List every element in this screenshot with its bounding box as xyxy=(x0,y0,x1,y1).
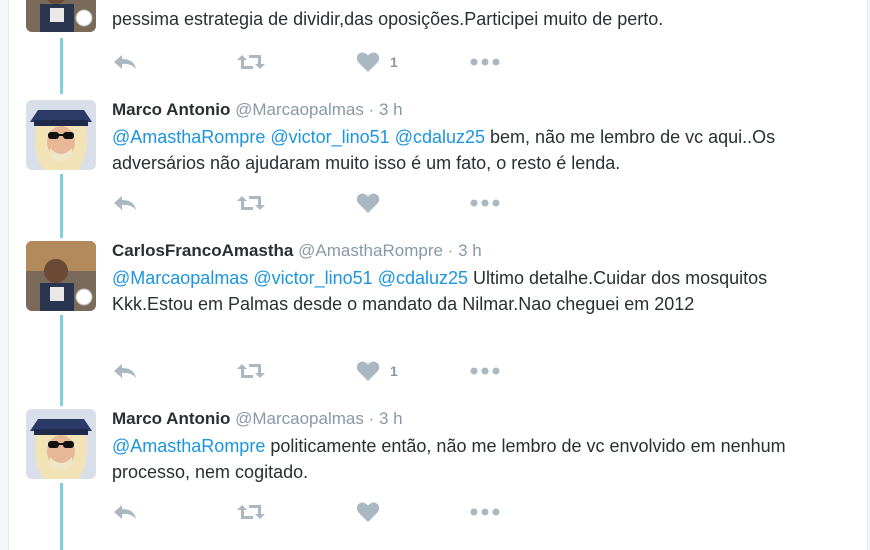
tweet-text: @AmasthaRompre politicamente então, não … xyxy=(112,433,852,485)
more-dots-icon xyxy=(469,57,501,67)
tweet-header: Marco Antonio @Marcaopalmas · 3 h xyxy=(112,100,403,120)
more-button[interactable] xyxy=(469,500,501,524)
heart-icon xyxy=(356,192,380,214)
retweet-icon xyxy=(236,193,266,213)
tweet-actions: 1 xyxy=(112,359,512,383)
tweet-actions xyxy=(112,500,512,524)
reply-button[interactable] xyxy=(112,359,138,383)
author-handle[interactable]: @AmasthaRompre xyxy=(298,241,443,260)
more-button[interactable] xyxy=(469,191,501,215)
heart-icon xyxy=(356,360,380,382)
mention-link[interactable]: @cdaluz25 xyxy=(378,268,468,288)
tweet[interactable]: CarlosFrancoAmastha @AmasthaRompre · 3 h… xyxy=(9,241,867,401)
tweet-header: Marco Antonio @Marcaopalmas · 3 h xyxy=(112,409,403,429)
more-dots-icon xyxy=(469,507,501,517)
retweet-button[interactable] xyxy=(236,500,266,524)
like-button[interactable] xyxy=(356,500,380,524)
tweet-text: pessima estrategia de dividir,das oposiç… xyxy=(112,6,852,32)
avatar-marco[interactable] xyxy=(26,100,96,170)
mention-link[interactable]: @AmasthaRompre xyxy=(112,436,265,456)
thread-line xyxy=(60,38,63,94)
retweet-icon xyxy=(236,502,266,522)
reply-icon xyxy=(112,361,138,381)
mention-link[interactable]: @Marcaopalmas xyxy=(112,268,248,288)
more-button[interactable] xyxy=(469,50,501,74)
mention-link[interactable]: @cdaluz25 xyxy=(395,127,485,147)
more-button[interactable] xyxy=(469,359,501,383)
reply-icon xyxy=(112,502,138,522)
tweet-text: @AmasthaRompre @victor_lino51 @cdaluz25 … xyxy=(112,124,852,176)
more-dots-icon xyxy=(469,198,501,208)
author-name[interactable]: CarlosFrancoAmastha xyxy=(112,241,293,260)
reply-button[interactable] xyxy=(112,500,138,524)
author-handle[interactable]: @Marcaopalmas xyxy=(235,409,364,428)
reply-button[interactable] xyxy=(112,191,138,215)
like-button[interactable] xyxy=(356,191,380,215)
reply-icon xyxy=(112,193,138,213)
thread-line xyxy=(60,174,63,238)
like-button[interactable]: 1 xyxy=(356,50,398,74)
reply-icon xyxy=(112,52,138,72)
tweet-actions xyxy=(112,191,512,215)
author-handle[interactable]: @Marcaopalmas xyxy=(235,100,364,119)
author-name[interactable]: Marco Antonio xyxy=(112,100,230,119)
mention-link[interactable]: @victor_lino51 xyxy=(253,268,372,288)
separator-dot: · xyxy=(368,100,375,119)
retweet-icon xyxy=(236,52,266,72)
like-button[interactable]: 1 xyxy=(356,359,398,383)
tweet-text: @Marcaopalmas @victor_lino51 @cdaluz25 U… xyxy=(112,265,852,317)
tweet-header: CarlosFrancoAmastha @AmasthaRompre · 3 h xyxy=(112,241,482,261)
avatar-carlos[interactable] xyxy=(26,241,96,311)
avatar-carlos[interactable] xyxy=(26,0,96,32)
reply-button[interactable] xyxy=(112,50,138,74)
mention-link[interactable]: @AmasthaRompre xyxy=(112,127,265,147)
more-dots-icon xyxy=(469,366,501,376)
timestamp[interactable]: 3 h xyxy=(458,241,482,260)
tweet[interactable]: Marco Antonio @Marcaopalmas · 3 h @Amast… xyxy=(9,100,867,230)
tweet[interactable]: pessima estrategia de dividir,das oposiç… xyxy=(9,0,867,92)
retweet-button[interactable] xyxy=(236,191,266,215)
thread-line xyxy=(60,315,63,406)
retweet-button[interactable] xyxy=(236,359,266,383)
tweet-text-segment: pessima estrategia de dividir,das oposiç… xyxy=(112,9,664,29)
like-count: 1 xyxy=(390,363,398,379)
author-name[interactable]: Marco Antonio xyxy=(112,409,230,428)
thread-line xyxy=(60,483,63,550)
avatar-marco[interactable] xyxy=(26,409,96,479)
conversation-thread: pessima estrategia de dividir,das oposiç… xyxy=(8,0,868,550)
heart-icon xyxy=(356,51,380,73)
separator-dot: · xyxy=(368,409,375,428)
heart-icon xyxy=(356,501,380,523)
tweet-actions: 1 xyxy=(112,50,512,74)
timestamp[interactable]: 3 h xyxy=(379,100,403,119)
mention-link[interactable]: @victor_lino51 xyxy=(270,127,389,147)
tweet[interactable]: Marco Antonio @Marcaopalmas · 3 h @Amast… xyxy=(9,409,867,550)
retweet-icon xyxy=(236,361,266,381)
like-count: 1 xyxy=(390,54,398,70)
separator-dot: · xyxy=(447,241,454,260)
retweet-button[interactable] xyxy=(236,50,266,74)
timestamp[interactable]: 3 h xyxy=(379,409,403,428)
